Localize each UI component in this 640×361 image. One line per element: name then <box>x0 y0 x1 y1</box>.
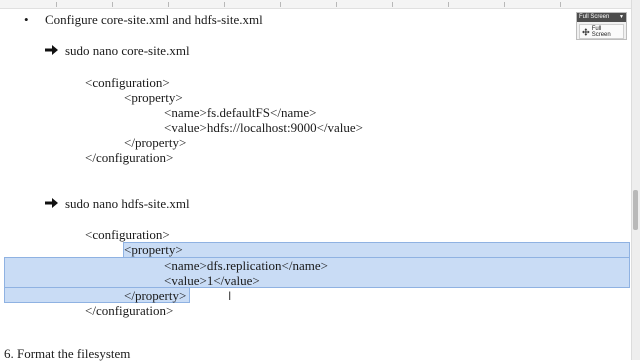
xml-line[interactable]: <name>fs.defaultFS</name> <box>164 105 316 120</box>
full-screen-icon <box>582 27 590 36</box>
xml-line[interactable]: </property> <box>124 288 186 303</box>
arrow-right-icon <box>45 198 58 208</box>
chevron-down-icon[interactable]: ▼ <box>619 13 624 22</box>
full-screen-button[interactable]: Full Screen <box>579 24 624 39</box>
bullet-icon: • <box>24 12 29 27</box>
xml-line[interactable]: <property> <box>124 242 183 257</box>
ruler-tick <box>280 2 281 7</box>
xml-line[interactable]: </configuration> <box>85 303 173 318</box>
xml-line[interactable]: <value>hdfs://localhost:9000</value> <box>164 120 363 135</box>
xml-line[interactable]: </configuration> <box>85 150 173 165</box>
full-screen-toolbar: Full Screen ▼ Full Screen <box>576 12 627 40</box>
arrow-right-icon <box>45 45 58 55</box>
xml-line[interactable]: <value>1</value> <box>164 273 260 288</box>
xml-line[interactable]: <name>dfs.replication</name> <box>164 258 328 273</box>
xml-line[interactable]: <property> <box>124 90 183 105</box>
ruler-tick <box>112 2 113 7</box>
ruler-tick <box>560 2 561 7</box>
bullet-text[interactable]: Configure core-site.xml and hdfs-site.xm… <box>45 12 263 27</box>
xml-line[interactable]: </property> <box>124 135 186 150</box>
vertical-scrollbar[interactable] <box>631 0 640 360</box>
xml-line[interactable]: <configuration> <box>85 75 170 90</box>
toolbar-title: Full Screen <box>579 14 610 20</box>
selection-highlight <box>123 242 630 258</box>
ruler-tick <box>448 2 449 7</box>
ruler-tick <box>336 2 337 7</box>
ruler-tick <box>392 2 393 7</box>
step-command-hdfs[interactable]: sudo nano hdfs-site.xml <box>65 196 190 211</box>
ruler-tick <box>224 2 225 7</box>
full-screen-label: Full Screen <box>591 25 611 38</box>
section-heading[interactable]: 6. Format the filesystem <box>4 346 130 361</box>
xml-line[interactable]: <configuration> <box>85 227 170 242</box>
ruler-tick <box>168 2 169 7</box>
text-cursor-icon: I <box>228 289 232 303</box>
ruler-tick <box>504 2 505 7</box>
scrollbar-thumb[interactable] <box>633 190 638 230</box>
step-command-core[interactable]: sudo nano core-site.xml <box>65 43 190 58</box>
ruler-tick <box>56 2 57 7</box>
document-page[interactable]: • Configure core-site.xml and hdfs-site.… <box>0 8 632 361</box>
toolbar-titlebar[interactable]: Full Screen ▼ <box>577 13 626 22</box>
